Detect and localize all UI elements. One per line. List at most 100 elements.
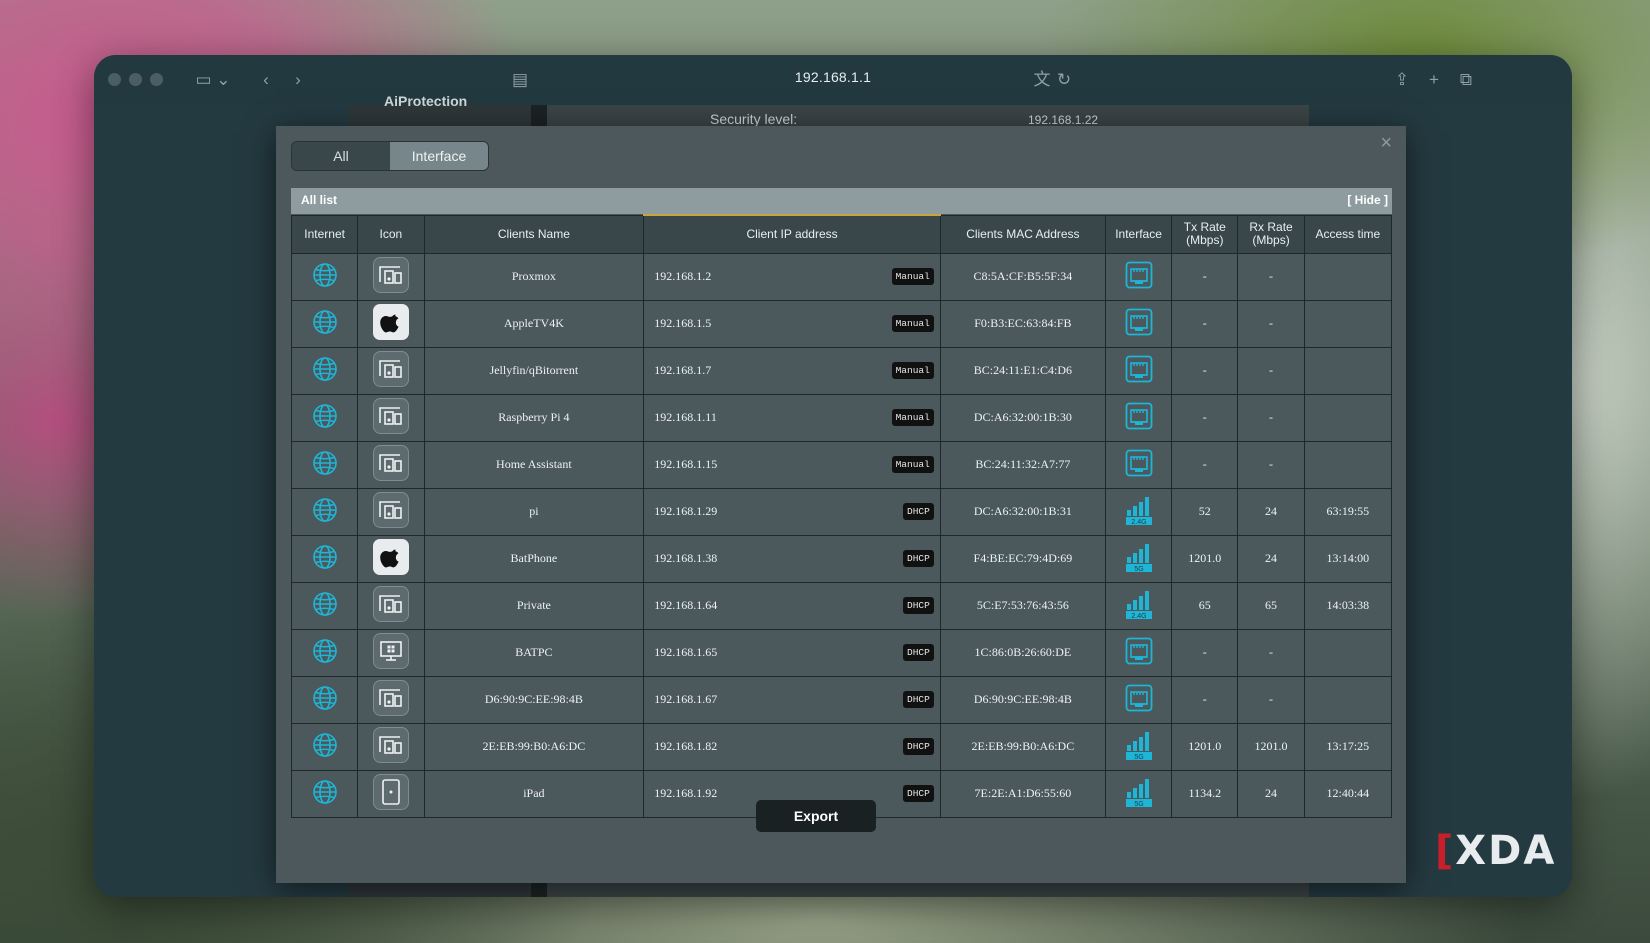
internet-cell[interactable]: [290, 393, 359, 442]
new-tab-icon[interactable]: +: [1422, 67, 1446, 93]
tx-rate-cell: -: [1171, 628, 1239, 677]
column-header-interface[interactable]: Interface: [1104, 214, 1173, 254]
tabs-icon[interactable]: ⧉: [1454, 67, 1478, 93]
device-icon[interactable]: [372, 350, 409, 390]
client-name-cell[interactable]: pi: [423, 487, 645, 536]
client-name-cell[interactable]: iPad: [423, 769, 645, 818]
internet-cell[interactable]: [290, 440, 359, 489]
column-header-rx-rate[interactable]: Rx Rate (Mbps): [1237, 214, 1305, 254]
internet-cell[interactable]: [290, 346, 359, 395]
globe-icon[interactable]: [312, 450, 338, 479]
internet-cell[interactable]: [290, 769, 359, 818]
table-row[interactable]: BATPC 192.168.1.65 DHCP 1C:86:0B:26:60:DE - -: [290, 628, 1393, 677]
client-ip-cell: 192.168.1.64 DHCP: [643, 581, 941, 630]
table-row[interactable]: Jellyfin/qBitorrent 192.168.1.7 Manual BC:2…: [290, 346, 1393, 395]
tab-all[interactable]: All: [292, 142, 390, 170]
export-button[interactable]: Export: [756, 800, 876, 832]
internet-cell[interactable]: [290, 487, 359, 536]
reload-icon[interactable]: ↻: [1052, 67, 1076, 93]
globe-icon[interactable]: [312, 356, 338, 385]
table-row[interactable]: BatPhone 192.168.1.38 DHCP F4:BE:EC:79:4D:6…: [290, 534, 1393, 583]
hide-link[interactable]: [ Hide ]: [1347, 193, 1388, 207]
device-icon[interactable]: [372, 444, 409, 484]
table-row[interactable]: Raspberry Pi 4 192.168.1.11 Manual DC:A6:32…: [290, 393, 1393, 442]
tab-interface[interactable]: Interface: [390, 142, 488, 170]
close-icon[interactable]: ×: [1380, 132, 1392, 155]
globe-icon[interactable]: [312, 685, 338, 714]
icon-cell: [357, 581, 425, 630]
globe-icon[interactable]: [312, 497, 338, 526]
ip-mode-badge: DHCP: [903, 549, 934, 567]
apple-icon[interactable]: [372, 538, 409, 578]
wifi-signal-icon: 5G: [1125, 543, 1153, 576]
globe-icon[interactable]: [312, 544, 338, 573]
table-row[interactable]: Private 192.168.1.64 DHCP 5C:E7:53:76:43:56…: [290, 581, 1393, 630]
table-row[interactable]: AppleTV4K 192.168.1.5 Manual F0:B3:EC:63:84…: [290, 299, 1393, 348]
column-header-clients-name[interactable]: Clients Name: [423, 214, 645, 254]
column-header-mac[interactable]: Clients MAC Address: [939, 214, 1106, 254]
tx-rate-cell: 52: [1171, 487, 1239, 536]
client-name-cell[interactable]: Private: [423, 581, 645, 630]
ethernet-icon: [1125, 261, 1153, 292]
client-name-cell[interactable]: Proxmox: [423, 252, 645, 301]
globe-icon[interactable]: [312, 638, 338, 667]
interface-cell: 5G: [1104, 769, 1173, 818]
internet-cell[interactable]: [290, 628, 359, 677]
globe-icon[interactable]: [312, 262, 338, 291]
translate-icon[interactable]: 文: [1030, 67, 1054, 93]
rx-rate-cell: -: [1237, 252, 1305, 301]
client-name-cell[interactable]: 2E:EB:99:B0:A6:DC: [423, 722, 645, 771]
table-row[interactable]: Home Assistant 192.168.1.15 Manual BC:24:11…: [290, 440, 1393, 489]
column-header-client-ip[interactable]: Client IP address: [643, 214, 941, 254]
device-icon[interactable]: [372, 491, 409, 531]
apple-icon[interactable]: [372, 303, 409, 343]
device-icon[interactable]: [372, 585, 409, 625]
tx-rate-cell: -: [1171, 346, 1239, 395]
device-icon[interactable]: [372, 256, 409, 296]
globe-icon[interactable]: [312, 732, 338, 761]
client-name-cell[interactable]: BatPhone: [423, 534, 645, 583]
device-icon[interactable]: [372, 726, 409, 766]
ip-mode-badge: DHCP: [903, 737, 934, 755]
column-header-internet[interactable]: Internet: [290, 214, 359, 254]
tablet-icon[interactable]: [372, 773, 409, 813]
internet-cell[interactable]: [290, 581, 359, 630]
internet-cell[interactable]: [290, 299, 359, 348]
tx-rate-cell: -: [1171, 440, 1239, 489]
client-name-cell[interactable]: D6:90:9C:EE:98:4B: [423, 675, 645, 724]
column-header-tx-rate[interactable]: Tx Rate (Mbps): [1171, 214, 1239, 254]
table-row[interactable]: pi 192.168.1.29 DHCP DC:A6:32:00:1B:31 2.4G 5…: [290, 487, 1393, 536]
internet-cell[interactable]: [290, 534, 359, 583]
globe-icon[interactable]: [312, 403, 338, 432]
address-bar[interactable]: 192.168.1.1: [94, 69, 1572, 85]
column-header-access-time[interactable]: Access time: [1303, 214, 1393, 254]
table-row[interactable]: 2E:EB:99:B0:A6:DC 192.168.1.82 DHCP 2E:EB:9…: [290, 722, 1393, 771]
device-icon[interactable]: [372, 397, 409, 437]
access-time-cell: [1303, 393, 1393, 442]
client-name-cell[interactable]: Raspberry Pi 4: [423, 393, 645, 442]
internet-cell[interactable]: [290, 722, 359, 771]
share-icon[interactable]: ⇪: [1390, 67, 1414, 93]
access-time-cell: 13:14:00: [1303, 534, 1393, 583]
client-name-cell[interactable]: AppleTV4K: [423, 299, 645, 348]
sidebar-item-aiprotection[interactable]: AiProtection: [384, 93, 467, 109]
globe-icon[interactable]: [312, 309, 338, 338]
client-name-cell[interactable]: Home Assistant: [423, 440, 645, 489]
table-row[interactable]: Proxmox 192.168.1.2 Manual C8:5A:CF:B5:5F:3…: [290, 252, 1393, 301]
windows-pc-icon[interactable]: [372, 632, 409, 672]
interface-cell: 2.4G: [1104, 487, 1173, 536]
internet-cell[interactable]: [290, 675, 359, 724]
column-header-icon[interactable]: Icon: [357, 214, 425, 254]
mac-cell: 7E:2E:A1:D6:55:60: [939, 769, 1106, 818]
table-row[interactable]: D6:90:9C:EE:98:4B 192.168.1.67 DHCP D6:90:9…: [290, 675, 1393, 724]
ip-mode-badge: DHCP: [903, 690, 934, 708]
wifi-signal-icon: 5G: [1125, 731, 1153, 764]
xda-watermark: [XDA: [1435, 828, 1557, 874]
device-icon[interactable]: [372, 679, 409, 719]
globe-icon[interactable]: [312, 779, 338, 808]
client-name-cell[interactable]: Jellyfin/qBitorrent: [423, 346, 645, 395]
internet-cell[interactable]: [290, 252, 359, 301]
globe-icon[interactable]: [312, 591, 338, 620]
ethernet-icon: [1125, 637, 1153, 668]
client-name-cell[interactable]: BATPC: [423, 628, 645, 677]
